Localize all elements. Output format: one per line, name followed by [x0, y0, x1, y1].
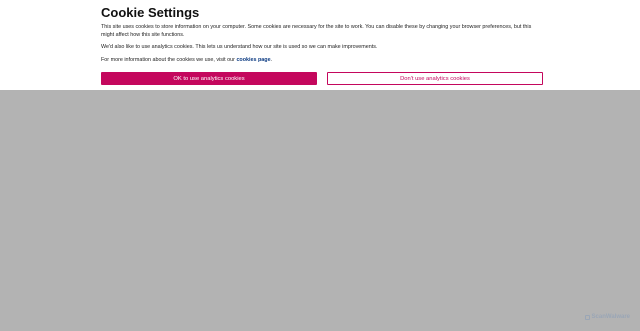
- page-overlay: [0, 90, 640, 331]
- analytics-info-paragraph: We'd also like to use analytics cookies.…: [101, 44, 378, 50]
- cookie-settings-title: Cookie Settings: [101, 5, 200, 20]
- more-info-prefix: For more information about the cookies w…: [101, 57, 237, 63]
- cookie-banner-content: Cookie Settings This site uses cookies t…: [101, 5, 543, 64]
- cookie-banner: Cookie Settings This site uses cookies t…: [0, 0, 640, 90]
- watermark: ScanWalware: [584, 314, 630, 320]
- more-info-paragraph: For more information about the cookies w…: [101, 56, 543, 64]
- cookies-page-link[interactable]: cookies page: [236, 57, 270, 63]
- watermark-text: ScanWalware: [591, 314, 630, 320]
- reject-analytics-cookies-button[interactable]: Don't use analytics cookies: [327, 72, 543, 85]
- more-info-suffix: .: [270, 57, 273, 63]
- cookie-info-paragraph: This site uses cookies to store informat…: [101, 24, 532, 38]
- accept-analytics-cookies-button[interactable]: OK to use analytics cookies: [101, 72, 317, 85]
- scanner-logo-icon: [584, 314, 590, 320]
